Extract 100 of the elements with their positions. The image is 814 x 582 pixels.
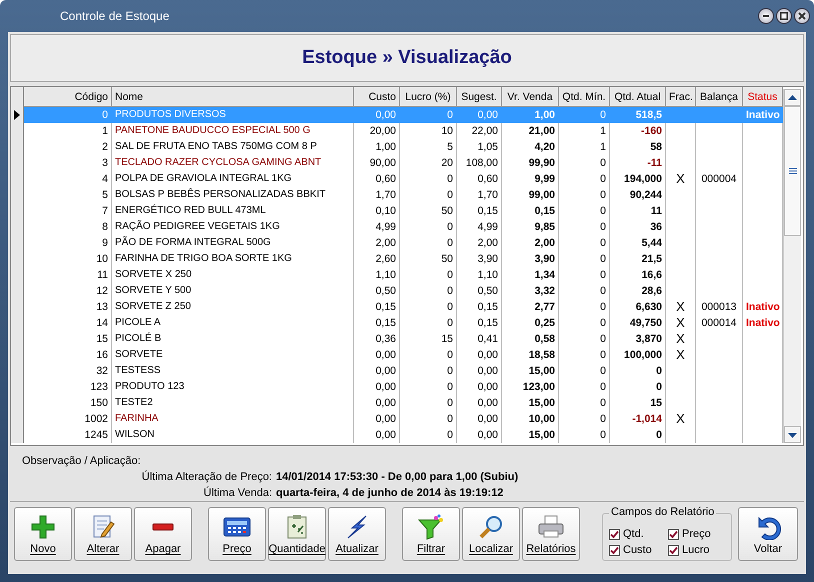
table-cell: 0,50 [376,285,396,297]
checkbox-label[interactable]: Lucro [682,544,710,556]
table-cell: 0,00 [478,109,498,121]
table-cell: PICOLE A [115,317,161,328]
table-cell: 0 [600,109,606,121]
table-row[interactable]: 4 POLPA DE GRAVIOLA INTEGRAL 1KG 0,60 0 0,60 9,99 0 194,000 X 000004 [11,171,783,187]
table-row[interactable]: 8 RAÇÃO PEDIGREE VEGETAIS 1KG 4,99 0 4,99 9,85 0 36 [11,219,783,235]
table-cell: 0 [600,157,606,169]
table-cell: 0,10 [376,205,396,217]
table-cell: 10 [441,125,453,137]
table-cell: X [676,411,685,426]
checkbox[interactable] [609,544,620,556]
minimize-button[interactable] [758,8,774,24]
table-cell: 7 [102,205,108,217]
toolbar-button[interactable]: Novo [14,507,72,561]
toolbar-button[interactable]: Localizar [462,507,520,561]
checkbox[interactable] [668,528,679,540]
table-cell: 0,00 [478,429,498,441]
table-cell: 21,00 [528,125,555,137]
table-cell: 14 [96,317,108,329]
table-cell: 11 [650,205,662,217]
table-cell: 4,20 [534,141,555,153]
table-cell: 0,36 [376,333,396,345]
table-cell: 3,90 [478,253,498,265]
table-cell: 58 [650,141,662,153]
table-cell: 0 [447,189,453,201]
scroll-thumb[interactable] [784,106,801,236]
table-row[interactable]: 32 TESTESS 0,00 0 0,00 15,00 0 0 [11,363,783,379]
table-row[interactable]: 12 SORVETE Y 500 0,50 0 0,50 3,32 0 28,6 [11,283,783,299]
table-cell: 000013 [701,301,737,313]
table-row[interactable]: 14 PICOLE A 0,15 0 0,15 0,25 0 49,750 X 000014 Inativo [11,315,783,331]
table-cell: 99,90 [528,157,555,169]
field-value: quarta-feira, 4 de junho de 2014 às 19:19:12 [276,487,504,499]
table-row[interactable]: 1245 WILSON 0,00 0 0,00 15,00 0 0 [11,427,783,443]
field-label: Última Venda: [202,487,272,499]
table-row[interactable]: 1 PANETONE BAUDUCCO ESPECIAL 500 G 20,00 10 22,00 21,00 1 -160 [11,123,783,139]
maximize-icon [780,12,788,20]
toolbar-button[interactable]: Preço [208,507,266,561]
table-cell: 123 [90,381,108,393]
toolbar-button[interactable]: Apagar [134,507,192,561]
close-icon [798,12,806,20]
table-row[interactable]: 13 SORVETE Z 250 0,15 0 0,15 2,77 0 6,630 X 000013 Inativo [11,299,783,315]
table-cell: 50 [441,253,453,265]
table-cell: Inativo [746,109,780,121]
table-cell: 2,77 [534,301,555,313]
table-cell: 0 [656,429,662,441]
toolbar-button[interactable]: Alterar [74,507,132,561]
table-cell: 0,00 [478,397,498,409]
table-cell: 0 [447,429,453,441]
close-button[interactable] [794,8,810,24]
checkbox[interactable] [609,528,620,540]
table-cell: 108,00 [466,157,498,169]
table-cell: 0,41 [478,333,498,345]
table-cell: 15,00 [528,429,555,441]
table-cell: 1 [600,125,606,137]
table-row[interactable]: 150 TESTE2 0,00 0 0,00 15,00 0 15 [11,395,783,411]
printer-icon [537,514,565,540]
table-cell: PICOLÉ B [115,333,162,344]
table-cell: 10,00 [528,413,555,425]
table-row[interactable]: 7 ENERGÉTICO RED BULL 473ML 0,10 50 0,15 0,15 0 11 [11,203,783,219]
toolbar-button[interactable]: Relatórios [522,507,580,561]
toolbar-button[interactable]: Atualizar [328,507,386,561]
table-cell: 0,00 [376,397,396,409]
toolbar-button[interactable]: Quantidade [268,507,326,561]
table-row[interactable]: 11 SORVETE X 250 1,10 0 1,10 1,34 0 16,6 [11,267,783,283]
table-row[interactable]: 9 PÃO DE FORMA INTEGRAL 500G 2,00 0 2,00 2,00 0 5,44 [11,235,783,251]
table-cell: 0,15 [478,301,498,313]
scrollbar[interactable] [783,89,801,443]
checkbox-label[interactable]: Custo [623,544,652,556]
table-cell: POLPA DE GRAVIOLA INTEGRAL 1KG [115,173,292,184]
maximize-button[interactable] [776,8,792,24]
checkbox-label[interactable]: Qtd. [623,528,644,540]
funnel-icon [417,514,445,540]
table-row[interactable]: 3 TECLADO RAZER CYCLOSA GAMING ABNT 90,00 20 108,00 99,90 0 -11 [11,155,783,171]
table-cell: 0 [600,413,606,425]
table-row[interactable]: 16 SORVETE 0,00 0 0,00 18,58 0 100,000 X [11,347,783,363]
table-cell: Inativo [746,301,780,313]
checkbox[interactable] [668,544,679,556]
table-row[interactable]: 2 SAL DE FRUTA ENO TABS 750MG COM 8 P 1,00 5 1,05 4,20 1 58 [11,139,783,155]
table-cell: 0,58 [534,333,555,345]
table-cell: 10 [96,253,108,265]
checkbox-label[interactable]: Preço [682,528,711,540]
table-row[interactable]: 123 PRODUTO 123 0,00 0 0,00 123,00 0 0 [11,379,783,395]
table-cell: -1,014 [632,413,662,425]
table-cell: 2 [102,141,108,153]
back-button[interactable]: Voltar [738,507,798,561]
table-cell: 0 [600,253,606,265]
table-row[interactable]: 5 BOLSAS P BEBÊS PERSONALIZADAS BBKIT 1,70 0 1,70 99,00 0 90,244 [11,187,783,203]
scroll-up-button[interactable] [784,89,801,106]
table-row[interactable]: 10 FARINHA DE TRIGO BOA SORTE 1KG 2,60 50 3,90 3,90 0 21,5 [11,251,783,267]
table-cell: X [676,171,685,186]
table-row[interactable]: 1002 FARINHA 0,00 0 0,00 10,00 0 -1,014 X [11,411,783,427]
scroll-down-button[interactable] [784,426,801,443]
table-cell: 0 [447,237,453,249]
table-cell: 1,70 [376,189,396,201]
table-cell: 16,6 [642,269,662,281]
table-row[interactable]: 15 PICOLÉ B 0,36 15 0,41 0,58 0 3,870 X [11,331,783,347]
toolbar-button[interactable]: Filtrar [402,507,460,561]
table-cell: 28,6 [642,285,662,297]
table-cell: X [676,331,685,346]
